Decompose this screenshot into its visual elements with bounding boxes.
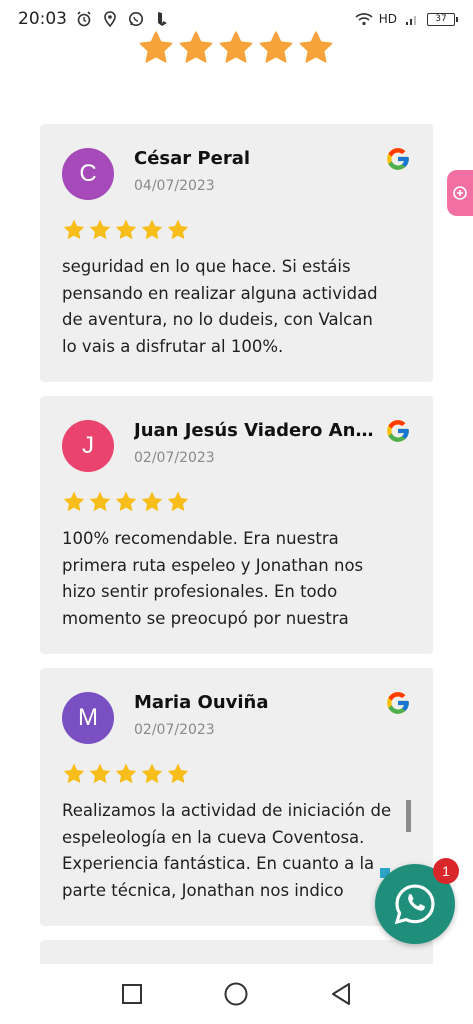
review-date: 04/07/2023 (134, 178, 215, 194)
star-icon (63, 491, 85, 512)
avatar: M (62, 692, 114, 744)
star-icon (179, 31, 213, 63)
alarm-icon (75, 10, 93, 28)
review-text-line: espeleología en la cueva Coventosa. (62, 827, 365, 847)
reviewer-name: César Peral (134, 148, 251, 169)
review-text-line: seguridad en lo que hace. Si estáis (62, 257, 351, 276)
whatsapp-notification-icon (127, 10, 145, 28)
back-triangle-icon (331, 983, 350, 1005)
location-icon (101, 10, 119, 28)
signal-icon (403, 10, 421, 28)
battery-icon: 37 (427, 12, 458, 26)
reviewer-name: Maria Ouviña (134, 692, 269, 713)
side-widget-tab[interactable] (447, 170, 473, 216)
star-icon (115, 763, 137, 784)
star-icon (139, 31, 173, 63)
google-icon (387, 148, 409, 170)
star-icon (141, 219, 163, 240)
star-icon (63, 219, 85, 240)
home-button[interactable] (216, 974, 256, 1014)
star-icon (167, 219, 189, 240)
review-text-line: Realizamos la actividad de iniciación de (62, 801, 392, 820)
review-card[interactable]: J Juan Jesús Viadero And... 02/07/2023 1… (40, 396, 433, 654)
star-icon (167, 491, 189, 512)
review-rating-stars (62, 218, 190, 242)
review-rating-stars (62, 762, 190, 786)
plus-circle-icon (453, 186, 467, 200)
star-icon (63, 763, 85, 784)
review-text[interactable]: seguridad en lo que hace. Si estáis pens… (62, 254, 412, 360)
review-card-partial (40, 940, 433, 964)
review-card[interactable]: M Maria Ouviña 02/07/2023 Realizamos la … (40, 668, 433, 926)
review-scrollbar[interactable] (406, 800, 411, 832)
whatsapp-icon (394, 884, 435, 925)
review-card[interactable]: C César Peral 04/07/2023 seguridad en lo… (40, 124, 433, 382)
square-icon (122, 984, 143, 1004)
star-icon (141, 763, 163, 784)
notification-badge: 1 (433, 858, 459, 884)
star-icon (167, 763, 189, 784)
review-text[interactable]: Realizamos la actividad de iniciación de… (62, 798, 412, 904)
review-text-line: Experiencia fantástica. En cuanto a la (62, 854, 375, 873)
status-left: 20:03 (18, 9, 171, 29)
avatar: J (62, 420, 114, 472)
reviewer-name: Juan Jesús Viadero And... (134, 420, 384, 441)
bing-icon (153, 10, 171, 28)
back-button[interactable] (321, 974, 361, 1014)
android-nav-bar (0, 964, 473, 1024)
star-icon (115, 219, 137, 240)
star-icon (259, 31, 293, 63)
star-icon (115, 491, 137, 512)
review-text-line: lo vais a disfrutar al 100%. (62, 336, 284, 356)
status-time: 20:03 (18, 9, 67, 29)
review-date: 02/07/2023 (134, 722, 215, 738)
review-rating-stars (62, 490, 190, 514)
star-icon (299, 31, 333, 63)
battery-level: 37 (435, 14, 447, 24)
review-text-line: pensando en realizar alguna actividad (62, 283, 378, 303)
google-icon (387, 420, 409, 442)
review-date: 02/07/2023 (134, 450, 215, 466)
star-icon (89, 763, 111, 784)
star-icon (89, 219, 111, 240)
network-label: HD (378, 12, 397, 26)
status-right: HD 37 (355, 10, 458, 28)
wifi-icon (355, 10, 373, 28)
review-text-line: hizo sentir profesionales. En todo (62, 582, 338, 601)
circle-icon (224, 982, 248, 1006)
review-text[interactable]: 100% recomendable. Era nuestra primera r… (62, 526, 412, 632)
review-text-line: momento se preocupó por nuestra (62, 608, 349, 628)
overall-rating-stars (138, 30, 334, 66)
star-icon (89, 491, 111, 512)
recents-button[interactable] (112, 974, 152, 1014)
review-text-line: 100% recomendable. Era nuestra (62, 529, 339, 548)
star-icon (219, 31, 253, 63)
star-icon (141, 491, 163, 512)
review-text-line: parte técnica, Jonathan nos indico (62, 880, 344, 900)
google-icon (387, 692, 409, 714)
review-text-line: primera ruta espeleo y Jonathan nos (62, 555, 364, 575)
review-text-line: de aventura, no lo dudeis, con Valcan (62, 310, 373, 329)
avatar: C (62, 148, 114, 200)
